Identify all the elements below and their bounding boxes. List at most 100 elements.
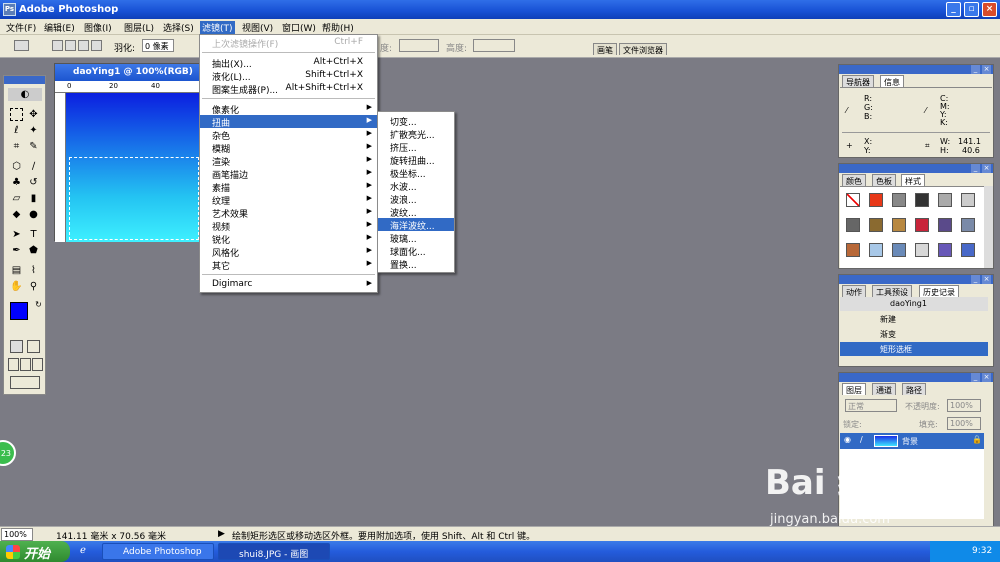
jump-to-imageready-icon[interactable] [10, 376, 40, 389]
notes-tool-icon[interactable]: ▤ [10, 264, 23, 277]
tab-paths[interactable]: 路径 [902, 383, 926, 395]
menu-select[interactable]: 选择(S) [161, 21, 196, 34]
path-select-icon[interactable]: ➤ [10, 228, 23, 241]
styles-scrollbar[interactable] [984, 186, 993, 268]
distort-menu-item[interactable]: 波纹... [378, 205, 454, 219]
history-brush-icon[interactable]: ↺ [27, 176, 40, 189]
height-input[interactable] [473, 39, 515, 52]
brush-tool-icon[interactable]: ∕ [27, 160, 40, 173]
foreground-color-swatch[interactable] [10, 302, 28, 320]
eyedropper-icon[interactable]: ⌇ [27, 264, 40, 277]
image-canvas[interactable] [66, 93, 203, 242]
minimize-icon[interactable]: _ [971, 373, 980, 382]
crop-tool-icon[interactable]: ⌗ [10, 140, 23, 153]
zoom-tool-icon[interactable]: ⚲ [27, 280, 40, 293]
file-browser-tab[interactable]: 文件浏览器 [619, 43, 667, 55]
distort-menu-item[interactable]: 置换... [378, 257, 454, 271]
eraser-tool-icon[interactable]: ▱ [10, 192, 23, 205]
distort-menu-item[interactable]: 切变... [378, 114, 454, 128]
distort-menu-item[interactable]: 旋转扭曲... [378, 153, 454, 167]
hand-tool-icon[interactable]: ✋ [10, 280, 23, 293]
tab-tool-presets[interactable]: 工具预设 [872, 285, 912, 297]
filter-menu-item[interactable]: 其它 ▶ [200, 258, 377, 272]
tool-preset-picker[interactable] [14, 40, 29, 51]
adobe-online-icon[interactable]: ◐ [8, 88, 42, 101]
add-selection-icon[interactable] [65, 40, 76, 51]
fill-input[interactable]: 100% [947, 417, 981, 430]
close-button[interactable]: × [982, 2, 997, 17]
intersect-selection-icon[interactable] [91, 40, 102, 51]
tab-color[interactable]: 颜色 [842, 174, 866, 186]
eye-icon[interactable]: ◉ [844, 435, 851, 444]
style-swatch[interactable] [915, 243, 929, 257]
tab-swatches[interactable]: 色板 [872, 174, 896, 186]
style-swatch[interactable] [846, 193, 860, 207]
feather-input[interactable]: 0 像素 [142, 39, 174, 52]
style-swatch[interactable] [915, 218, 929, 232]
menu-file[interactable]: 文件(F) [4, 21, 38, 34]
screen-mode-full-icon[interactable] [32, 358, 43, 371]
style-swatch[interactable] [961, 193, 975, 207]
screen-mode-standard-icon[interactable] [8, 358, 19, 371]
magic-wand-icon[interactable]: ✦ [27, 124, 40, 137]
minimize-icon[interactable]: _ [971, 275, 980, 284]
distort-menu-item[interactable]: 极坐标... [378, 166, 454, 180]
history-row[interactable]: 渐变 [840, 327, 988, 341]
lasso-tool-icon[interactable]: ℓ [10, 124, 23, 137]
document-window[interactable]: daoYing1 @ 100%(RGB) 0 20 40 [54, 63, 203, 242]
new-selection-icon[interactable] [52, 40, 63, 51]
style-swatch[interactable] [938, 218, 952, 232]
filter-menu-item[interactable]: 艺术效果 ▶ [200, 206, 377, 220]
type-tool-icon[interactable]: T [27, 228, 40, 241]
document-title-bar[interactable]: daoYing1 @ 100%(RGB) [55, 64, 201, 81]
pen-tool-icon[interactable]: ✒ [10, 244, 23, 257]
swap-colors-icon[interactable]: ↻ [32, 298, 45, 311]
quicklaunch-ie-icon[interactable]: ℯ [80, 545, 86, 556]
distort-menu-item[interactable]: 玻璃... [378, 231, 454, 245]
style-swatch[interactable] [846, 243, 860, 257]
subtract-selection-icon[interactable] [78, 40, 89, 51]
menu-filter[interactable]: 滤镜(T) [200, 21, 235, 34]
clone-stamp-icon[interactable]: ♣ [10, 176, 23, 189]
dodge-tool-icon[interactable]: ● [27, 208, 40, 221]
style-swatch[interactable] [938, 243, 952, 257]
style-swatch[interactable] [961, 243, 975, 257]
opacity-input[interactable]: 100% [947, 399, 981, 412]
filter-menu-item[interactable]: 素描 ▶ [200, 180, 377, 194]
filter-menu-item[interactable]: Digimarc ▶ [200, 278, 377, 291]
tab-info[interactable]: 信息 [880, 75, 904, 87]
style-swatch[interactable] [869, 243, 883, 257]
close-icon[interactable]: × [982, 373, 991, 382]
style-swatch[interactable] [892, 218, 906, 232]
tab-channels[interactable]: 通道 [872, 383, 896, 395]
menu-layer[interactable]: 图层(L) [122, 21, 156, 34]
screen-mode-menu-icon[interactable] [20, 358, 31, 371]
width-input[interactable] [399, 39, 439, 52]
menu-image[interactable]: 图像(I) [82, 21, 114, 34]
filter-menu-item[interactable]: 扭曲 ▶ [200, 115, 377, 129]
style-swatch[interactable] [892, 243, 906, 257]
distort-menu-item[interactable]: 挤压... [378, 140, 454, 154]
slice-tool-icon[interactable]: ✎ [27, 140, 40, 153]
history-snapshot[interactable]: daoYing1 [840, 297, 988, 311]
distort-menu-item[interactable]: 扩散亮光... [378, 127, 454, 141]
tab-styles[interactable]: 样式 [901, 174, 925, 186]
distort-menu-item[interactable]: 水波... [378, 179, 454, 193]
style-swatch[interactable] [938, 193, 952, 207]
filter-menu-item[interactable]: 锐化 ▶ [200, 232, 377, 246]
history-row-selected[interactable]: 矩形选框 [840, 342, 988, 356]
filter-menu-item[interactable]: 像素化 ▶ [200, 102, 377, 116]
filter-menu-item[interactable]: 图案生成器(P)... Alt+Shift+Ctrl+X [200, 82, 377, 96]
tab-history[interactable]: 历史记录 [919, 285, 959, 297]
filter-menu-item[interactable]: 纹理 ▶ [200, 193, 377, 207]
taskbar-item-paint[interactable]: shui8.JPG - 画图 [218, 543, 330, 560]
minimize-icon[interactable]: _ [971, 65, 980, 74]
style-swatch[interactable] [915, 193, 929, 207]
minimize-icon[interactable]: _ [971, 164, 980, 173]
filter-menu-item[interactable]: 视频 ▶ [200, 219, 377, 233]
style-swatch[interactable] [846, 218, 860, 232]
floating-badge[interactable]: 23 [0, 440, 16, 466]
close-icon[interactable]: × [982, 275, 991, 284]
menu-window[interactable]: 窗口(W) [280, 21, 318, 34]
filter-menu-item[interactable]: 风格化 ▶ [200, 245, 377, 259]
